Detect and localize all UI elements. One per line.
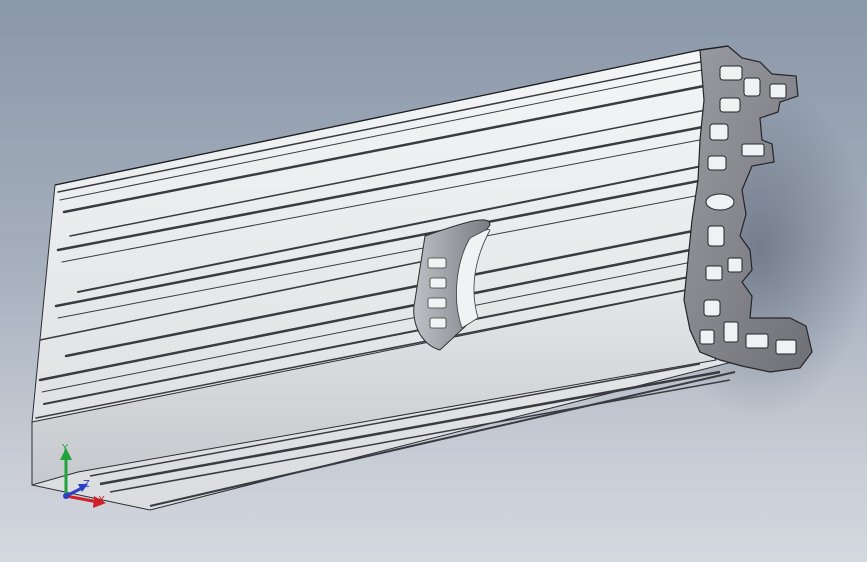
triad-axes-icon xyxy=(60,448,106,508)
z-axis-label: Z xyxy=(83,479,90,490)
graphics-viewport[interactable]: Y Z X xyxy=(0,0,867,562)
coordinate-triad: Y Z X xyxy=(48,436,118,516)
y-axis-label: Y xyxy=(62,443,69,454)
x-axis xyxy=(65,494,99,504)
triad-origin xyxy=(63,493,69,499)
extrusion-model[interactable] xyxy=(0,0,867,562)
x-axis-label: X xyxy=(98,495,105,506)
